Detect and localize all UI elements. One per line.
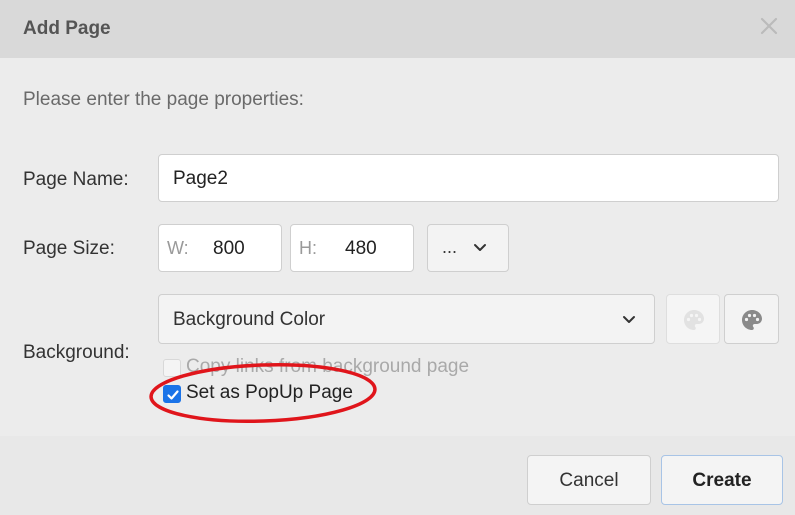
width-value: 800 bbox=[213, 238, 245, 259]
palette-icon bbox=[684, 310, 704, 330]
background-select-value: Background Color bbox=[173, 309, 326, 330]
background-label: Background: bbox=[23, 342, 130, 363]
cancel-button-label: Cancel bbox=[559, 470, 619, 491]
width-prefix: W: bbox=[167, 238, 189, 258]
background-select[interactable]: Background Color bbox=[158, 294, 655, 344]
background-image-button[interactable] bbox=[724, 294, 779, 344]
palette-icon bbox=[742, 310, 762, 330]
close-icon[interactable] bbox=[757, 14, 781, 38]
background-color-button[interactable] bbox=[666, 294, 720, 344]
create-button-label: Create bbox=[692, 470, 752, 491]
copy-links-label: Copy links from background page bbox=[186, 356, 470, 377]
check-icon bbox=[167, 390, 179, 400]
add-page-dialog: Add Page Please enter the page propertie… bbox=[0, 0, 795, 515]
create-button[interactable]: Create bbox=[661, 455, 783, 505]
cancel-button[interactable]: Cancel bbox=[527, 455, 651, 505]
page-name-value: Page2 bbox=[173, 168, 228, 189]
intro-text: Please enter the page properties: bbox=[23, 89, 304, 110]
chevron-down-icon bbox=[474, 244, 486, 251]
more-label: ... bbox=[442, 237, 458, 257]
width-input[interactable]: W: 800 bbox=[158, 224, 282, 272]
height-input[interactable]: H: 480 bbox=[290, 224, 414, 272]
height-prefix: H: bbox=[299, 238, 317, 258]
chevron-down-icon bbox=[623, 316, 635, 323]
page-name-input[interactable]: Page2 bbox=[158, 154, 779, 202]
copy-links-checkbox bbox=[163, 359, 181, 377]
dialog-header: Add Page bbox=[0, 0, 795, 58]
dialog-title: Add Page bbox=[23, 18, 111, 39]
page-size-label: Page Size: bbox=[23, 238, 115, 259]
popup-page-checkbox[interactable] bbox=[163, 385, 181, 403]
height-value: 480 bbox=[345, 238, 377, 259]
popup-page-label: Set as PopUp Page bbox=[186, 382, 353, 403]
page-name-label: Page Name: bbox=[23, 169, 129, 190]
page-size-preset-button[interactable]: ... bbox=[427, 224, 509, 272]
